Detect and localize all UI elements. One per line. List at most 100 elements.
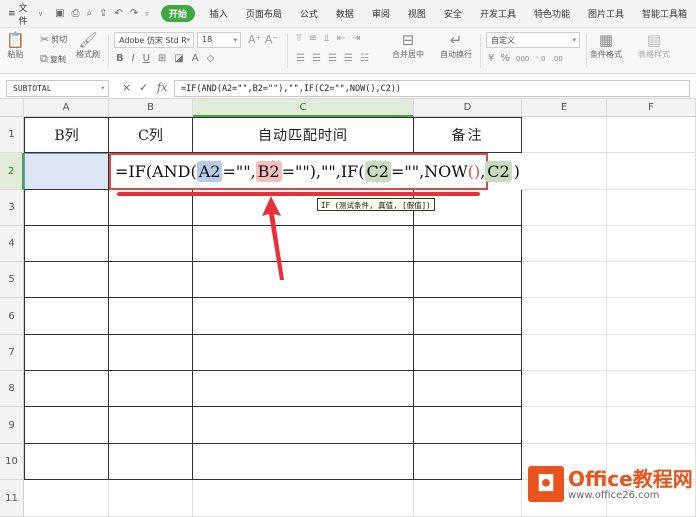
increase-decimal-icon[interactable]: ⁺.0 <box>535 55 545 63</box>
print-icon[interactable]: ⎙ <box>72 8 80 19</box>
column-header-a[interactable]: A <box>24 99 109 117</box>
cell-b11[interactable] <box>109 480 193 517</box>
row-header-4[interactable]: 4 <box>0 226 24 262</box>
cell-d5[interactable] <box>414 262 522 298</box>
align-bottom-icon[interactable]: ⫫ <box>324 33 330 44</box>
cell-f6[interactable] <box>607 298 696 335</box>
row-header-1[interactable]: 1 <box>0 117 24 153</box>
row-header-5[interactable]: 5 <box>0 262 24 298</box>
select-all-corner[interactable] <box>0 99 24 117</box>
customize-icon[interactable]: ▿ <box>145 10 149 18</box>
bold-button[interactable]: B <box>116 53 124 64</box>
cell-a9[interactable] <box>24 407 109 444</box>
formula-input[interactable]: =IF(AND(A2="",B2=""),"",IF(C2="",NOW(),C… <box>174 80 690 97</box>
cell-c9[interactable] <box>193 407 414 444</box>
column-header-b[interactable]: B <box>109 99 193 117</box>
tab-smart-toolbox[interactable]: 智能工具箱 <box>633 7 696 20</box>
cell-b8[interactable] <box>109 371 193 407</box>
name-box[interactable]: SUBTOTAL ▾ <box>6 80 109 97</box>
align-middle-icon[interactable]: ≡ <box>309 33 317 44</box>
tab-picture-tools[interactable]: 图片工具 <box>579 7 633 20</box>
column-header-d[interactable]: D <box>414 99 522 117</box>
column-header-f[interactable]: F <box>607 99 696 117</box>
cell-a10[interactable] <box>24 444 109 480</box>
font-size-select[interactable]: 18 ▾ <box>197 32 241 48</box>
cell-f3[interactable] <box>607 190 696 226</box>
cell-d4[interactable] <box>414 226 522 262</box>
cell-b4[interactable] <box>109 226 193 262</box>
decrease-decimal-icon[interactable]: .00 <box>552 55 563 63</box>
cell-e1[interactable] <box>522 117 607 153</box>
cell-f4[interactable] <box>607 226 696 262</box>
wrap-text-button[interactable]: ↵ 自动换行 <box>440 31 472 60</box>
distributed-icon[interactable]: ☷ <box>360 53 369 64</box>
file-menu[interactable]: ≡ 文件 ∨ <box>0 1 49 27</box>
cell-f1[interactable] <box>607 117 696 153</box>
save-icon[interactable]: ▣ <box>55 8 64 19</box>
tab-data[interactable]: 数据 <box>327 7 363 20</box>
cell-b6[interactable] <box>109 298 193 335</box>
cell-f2[interactable] <box>607 153 696 190</box>
cell-a2[interactable] <box>24 153 109 190</box>
align-center-icon[interactable]: ☰ <box>312 53 321 64</box>
row-header-6[interactable]: 6 <box>0 298 24 335</box>
indent-increase-icon[interactable]: ⇥ <box>352 33 360 44</box>
active-cell-editor[interactable]: =IF(AND( A2 ="", B2 =""),"",IF( C2 ="",N… <box>109 153 520 190</box>
cell-e8[interactable] <box>522 371 607 407</box>
column-header-e[interactable]: E <box>522 99 607 117</box>
tab-view[interactable]: 视图 <box>399 7 435 20</box>
row-header-10[interactable]: 10 <box>0 444 24 480</box>
number-format-select[interactable]: 自定义 ▾ <box>486 32 580 48</box>
fx-icon[interactable]: fx <box>157 81 167 94</box>
cell-c10[interactable] <box>193 444 414 480</box>
row-header-2[interactable]: 2 <box>0 153 24 190</box>
fill-color-icon[interactable]: ◪ <box>174 53 183 64</box>
align-left-icon[interactable]: ☰ <box>296 53 305 64</box>
export-icon[interactable]: ⇪ <box>99 8 107 19</box>
tab-insert[interactable]: 插入 <box>201 7 237 20</box>
cell-a4[interactable] <box>24 226 109 262</box>
redo-icon[interactable]: ↷ <box>130 8 138 19</box>
tab-special-features[interactable]: 特色功能 <box>525 7 579 20</box>
merge-center-button[interactable]: ⊟ 合并居中 <box>392 31 424 60</box>
cell-e3[interactable] <box>522 190 607 226</box>
italic-button[interactable]: I <box>132 53 135 64</box>
row-header-8[interactable]: 8 <box>0 371 24 407</box>
cell-a3[interactable] <box>24 190 109 226</box>
cell-b1[interactable]: C列 <box>109 117 193 153</box>
border-icon[interactable]: ⊞ <box>158 53 166 64</box>
cancel-icon[interactable]: × <box>122 81 131 94</box>
cell-c7[interactable] <box>193 335 414 371</box>
indent-decrease-icon[interactable]: ⇤ <box>337 33 345 44</box>
percent-button[interactable]: % <box>500 53 510 64</box>
cut-button[interactable]: ✂ 剪切 <box>40 33 67 46</box>
cell-a5[interactable] <box>24 262 109 298</box>
cell-a6[interactable] <box>24 298 109 335</box>
align-right-icon[interactable]: ☰ <box>328 53 337 64</box>
tab-page-layout[interactable]: 页面布局 <box>237 7 291 20</box>
cell-d6[interactable] <box>414 298 522 335</box>
justify-icon[interactable]: ☰ <box>344 53 353 64</box>
cell-f7[interactable] <box>607 335 696 371</box>
format-painter-button[interactable]: 🖌 格式刷 <box>76 31 100 60</box>
cell-f5[interactable] <box>607 262 696 298</box>
row-header-9[interactable]: 9 <box>0 407 24 444</box>
cell-b9[interactable] <box>109 407 193 444</box>
increase-font-icon[interactable]: A⁺ <box>248 33 261 46</box>
cell-d8[interactable] <box>414 371 522 407</box>
undo-icon[interactable]: ↶ <box>115 8 123 19</box>
conditional-format-button[interactable]: ▦ 条件格式 <box>590 31 622 60</box>
clear-format-icon[interactable]: ◇ <box>207 53 215 64</box>
cell-b5[interactable] <box>109 262 193 298</box>
font-name-select[interactable]: Adobe 仿宋 Std R ▾ <box>114 32 194 48</box>
row-header-7[interactable]: 7 <box>0 335 24 371</box>
cell-d10[interactable] <box>414 444 522 480</box>
row-header-11[interactable]: 11 <box>0 480 24 517</box>
cell-c1[interactable]: 自动匹配时间 <box>193 117 414 153</box>
cell-c8[interactable] <box>193 371 414 407</box>
cell-c6[interactable] <box>193 298 414 335</box>
tab-developer[interactable]: 开发工具 <box>471 7 525 20</box>
align-top-icon[interactable]: ⫪ <box>296 33 302 44</box>
font-color-icon[interactable]: A <box>192 53 199 64</box>
cell-a1[interactable]: B列 <box>24 117 109 153</box>
